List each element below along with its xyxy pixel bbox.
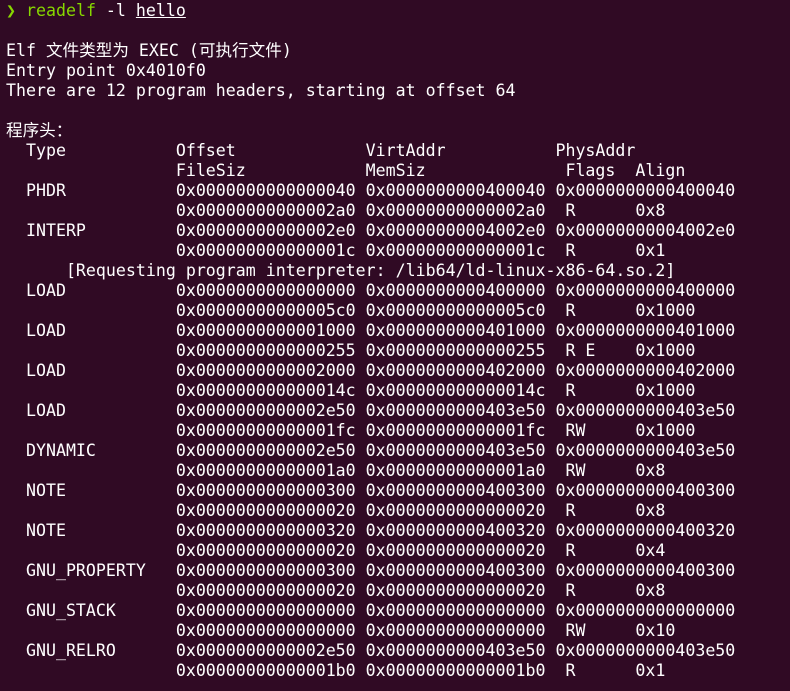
table-row: NOTE 0x0000000000000320 0x00000000004003…: [6, 521, 736, 540]
table-row: 0x00000000000001fc 0x00000000000001fc RW…: [6, 421, 696, 440]
table-row: INTERP 0x00000000000002e0 0x000000000040…: [6, 221, 736, 240]
table-row: LOAD 0x0000000000002000 0x00000000004020…: [6, 361, 736, 380]
elf-type-line: Elf 文件类型为 EXEC (可执行文件): [6, 41, 292, 60]
table-row: 0x0000000000000020 0x0000000000000020 R …: [6, 541, 666, 560]
program-headers-title: 程序头：: [6, 121, 73, 140]
table-row: 0x00000000000001a0 0x00000000000001a0 RW…: [6, 461, 666, 480]
table-row: 0x0000000000000255 0x0000000000000255 R …: [6, 341, 696, 360]
table-row: LOAD 0x0000000000000000 0x00000000004000…: [6, 281, 736, 300]
command-flag: -l: [95, 1, 136, 20]
table-row: 0x00000000000002a0 0x00000000000002a0 R …: [6, 201, 666, 220]
table-row: GNU_STACK 0x0000000000000000 0x000000000…: [6, 601, 736, 620]
table-row: DYNAMIC 0x0000000000002e50 0x00000000004…: [6, 441, 736, 460]
table-row: 0x000000000000014c 0x000000000000014c R …: [6, 381, 696, 400]
table-row: GNU_PROPERTY 0x0000000000000300 0x000000…: [6, 561, 736, 580]
table-row: NOTE 0x0000000000000300 0x00000000004003…: [6, 481, 736, 500]
table-row: GNU_RELRO 0x0000000000002e50 0x000000000…: [6, 641, 736, 660]
terminal-window[interactable]: ❯ readelf -l hello Elf 文件类型为 EXEC (可执行文件…: [0, 0, 790, 691]
table-row: LOAD 0x0000000000001000 0x00000000004010…: [6, 321, 736, 340]
table-row: [Requesting program interpreter: /lib64/…: [6, 261, 676, 280]
table-header-row-2: FileSiz MemSiz Flags Align: [6, 161, 686, 180]
prompt-line: ❯ readelf -l hello: [6, 1, 186, 21]
command-name: readelf: [26, 1, 96, 20]
table-header-row-1: Type Offset VirtAddr PhysAddr: [6, 141, 636, 160]
command-argument[interactable]: hello: [136, 1, 186, 20]
table-row: 0x00000000000001b0 0x00000000000001b0 R …: [6, 661, 666, 680]
table-row: 0x0000000000000020 0x0000000000000020 R …: [6, 501, 666, 520]
table-row: 0x00000000000005c0 0x00000000000005c0 R …: [6, 301, 696, 320]
table-row: 0x0000000000000020 0x0000000000000020 R …: [6, 581, 666, 600]
program-headers-summary: There are 12 program headers, starting a…: [6, 81, 516, 100]
table-row: 0x0000000000000000 0x0000000000000000 RW…: [6, 621, 676, 640]
table-row: PHDR 0x0000000000000040 0x00000000004000…: [6, 181, 736, 200]
table-row: 0x000000000000001c 0x000000000000001c R …: [6, 241, 666, 260]
entry-point-line: Entry point 0x4010f0: [6, 61, 206, 80]
prompt-arrow-icon: ❯: [6, 1, 16, 20]
table-row: LOAD 0x0000000000002e50 0x0000000000403e…: [6, 401, 736, 420]
